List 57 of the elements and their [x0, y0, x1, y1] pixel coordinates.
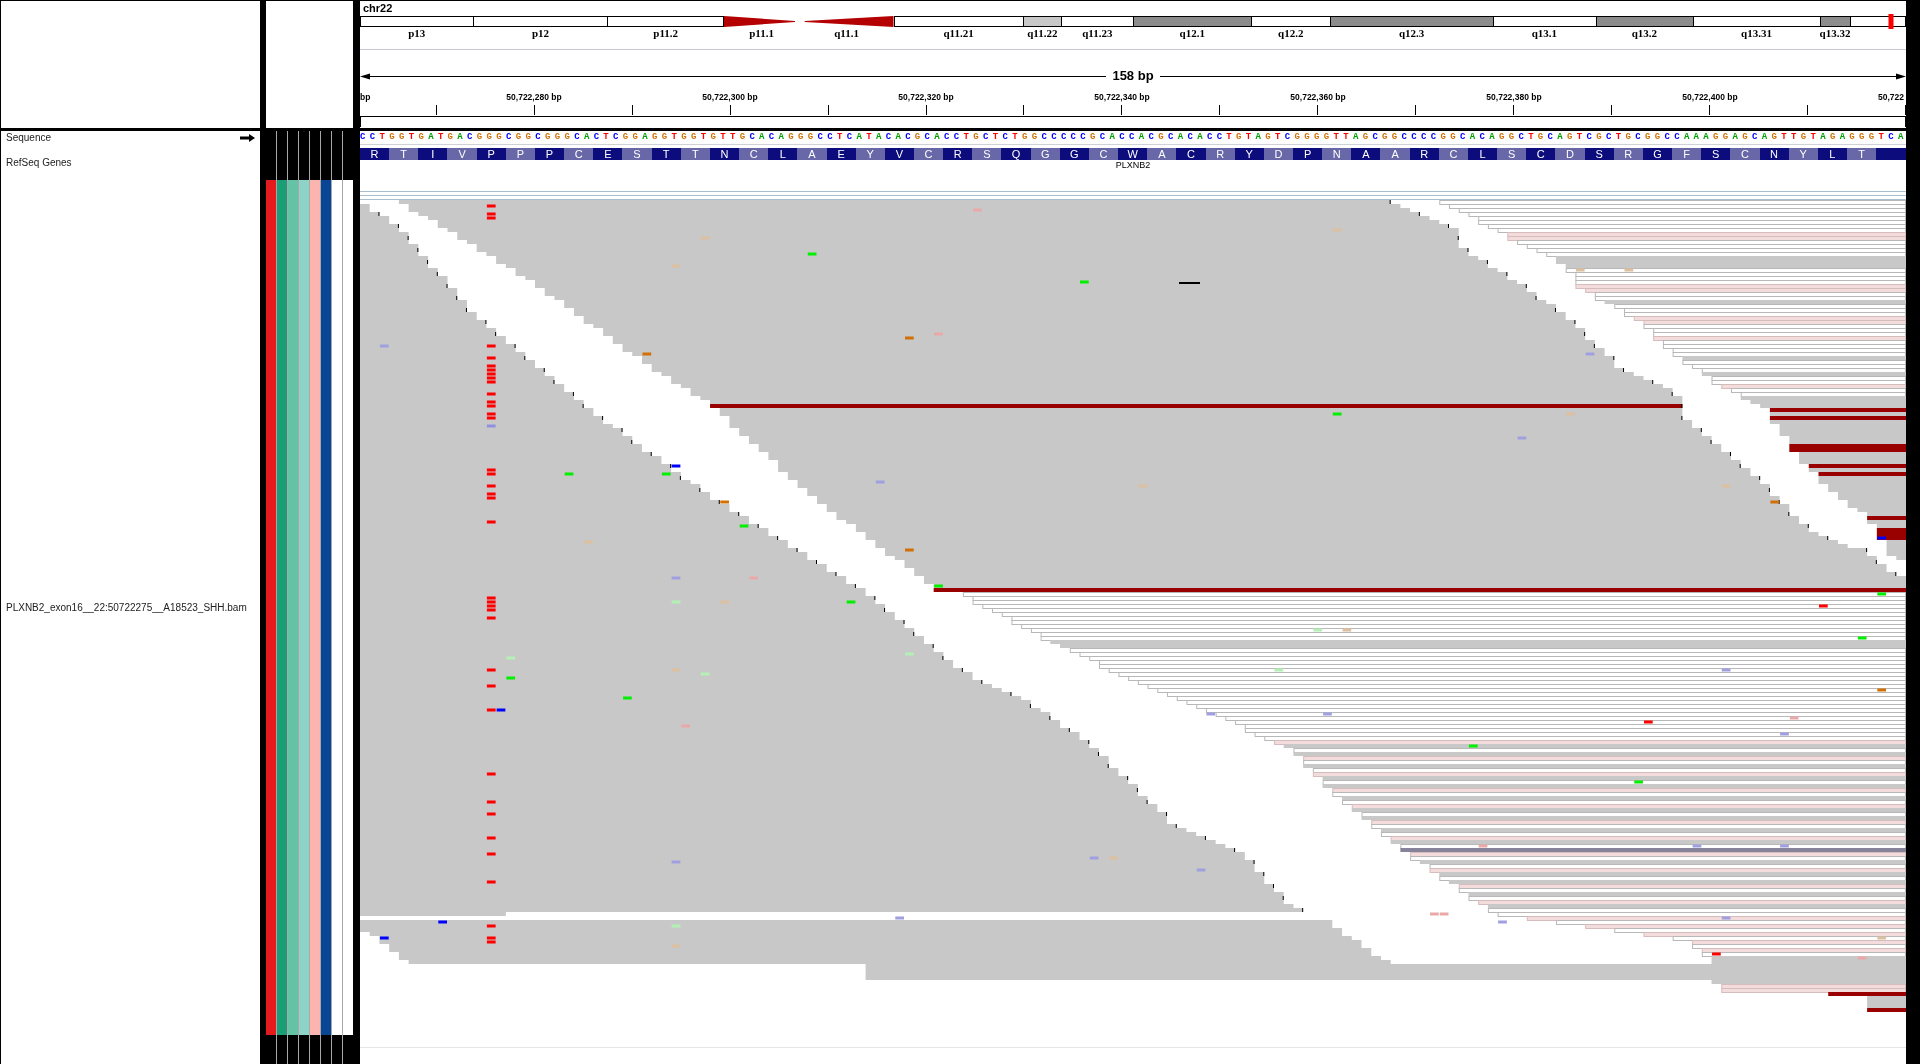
band-label: q11.22	[1027, 27, 1058, 39]
band-label: p12	[531, 27, 549, 39]
amino-acid: R	[1205, 148, 1235, 160]
amino-acid: C	[1088, 148, 1119, 160]
amino-acid: D	[1555, 148, 1585, 160]
amino-acid: S	[1497, 148, 1527, 160]
amino-acid: C	[1730, 148, 1760, 160]
band-label: q13.1	[1531, 27, 1558, 39]
amino-acid: T	[389, 148, 419, 160]
amino-acid: C	[1438, 148, 1468, 160]
amino-acid: A	[1147, 148, 1177, 160]
band-label: q13.31	[1741, 27, 1772, 39]
amino-acid: R	[1613, 148, 1643, 160]
ruler-tick-label: bp	[360, 91, 371, 103]
amino-acid: V	[447, 148, 477, 160]
amino-acid: G	[1030, 148, 1060, 160]
track-name: PLXNB2_exon16__22:50722275__A18523_SHH.bam	[6, 601, 247, 614]
amino-acid: F	[1672, 148, 1702, 160]
span-length: 158 bp	[1111, 69, 1155, 83]
ruler-tick-label: 50,722,400 bp	[1682, 91, 1738, 103]
ruler-tick-label: 50,722	[1878, 91, 1904, 103]
band-label: q11.1	[834, 27, 859, 39]
amino-acid: Y	[855, 148, 885, 160]
amino-acid: C	[739, 148, 769, 160]
amino-acid: C	[913, 148, 944, 160]
amino-acid: A	[1380, 148, 1410, 160]
track-name: RefSeq Genes	[6, 156, 72, 169]
amino-acid: P	[505, 148, 535, 160]
band-label: p13	[408, 27, 426, 39]
band-label: p11.1	[749, 27, 774, 39]
track-name: Sequence	[6, 132, 52, 144]
band-label: q11.23	[1082, 27, 1113, 39]
band-label: q12.1	[1179, 27, 1205, 39]
amino-acid: T	[1846, 148, 1877, 160]
amino-acid: T	[680, 148, 710, 160]
amino-acid: C	[564, 148, 594, 160]
gene-name: PLXNB2	[1115, 160, 1151, 171]
ruler-tick-label: 50,722,340 bp	[1094, 91, 1150, 103]
ruler-tick-label: 50,722,380 bp	[1486, 91, 1542, 103]
band-label: q11.21	[943, 27, 974, 39]
amino-acid: S	[972, 148, 1002, 160]
ruler-tick-label: 50,722,320 bp	[898, 91, 954, 103]
chromosome-name: chr22	[362, 1, 393, 15]
band-label: q13.32	[1819, 27, 1851, 39]
band-label: q12.2	[1278, 27, 1304, 39]
ruler-tick-label: 50,722,360 bp	[1290, 91, 1346, 103]
band-label: p11.2	[653, 27, 679, 39]
amino-acid: N	[1322, 148, 1352, 160]
amino-acid: A	[797, 148, 827, 160]
band-label: q12.3	[1398, 27, 1425, 39]
ruler-tick-label: 50,722,280 bp	[506, 91, 562, 103]
strand-arrow-icon[interactable]	[240, 134, 255, 142]
amino-acid: Y	[1788, 148, 1818, 160]
ruler-tick-label: 50,722,300 bp	[702, 91, 758, 103]
band-label: q13.2	[1631, 27, 1658, 39]
amino-acid: S	[622, 148, 652, 160]
amino-acid: D	[1263, 148, 1293, 160]
